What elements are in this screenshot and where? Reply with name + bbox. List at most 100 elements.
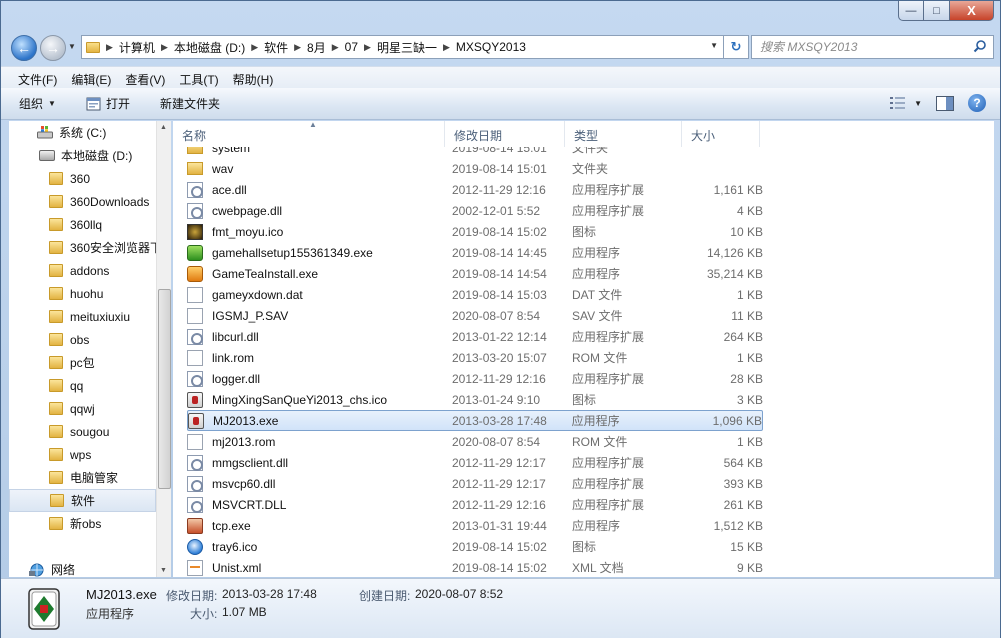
menu-item[interactable]: 文件(F) [11, 67, 64, 88]
file-row[interactable]: libcurl.dll 2013-01-22 12:14 应用程序扩展 264 KB [187, 326, 763, 347]
file-size: 9 KB [736, 560, 763, 575]
forward-button[interactable]: → [40, 35, 66, 61]
file-date: 2019-08-14 14:54 [452, 266, 547, 281]
folder-icon [49, 402, 63, 415]
close-button[interactable]: X [950, 1, 994, 21]
organize-button[interactable]: 组织 ▼ [19, 95, 56, 112]
file-name-cell: tray6.ico [187, 538, 452, 555]
arrow-right-icon: → [46, 40, 60, 56]
file-row[interactable]: mj2013.rom 2020-08-07 8:54 ROM 文件 1 KB [187, 431, 763, 452]
back-button[interactable]: ← [11, 35, 37, 61]
file-row[interactable]: logger.dll 2012-11-29 12:16 应用程序扩展 28 KB [187, 368, 763, 389]
nav-item[interactable]: 360llq [9, 213, 156, 236]
file-row[interactable]: fmt_moyu.ico 2019-08-14 15:02 图标 10 KB [187, 221, 763, 242]
change-view-button[interactable]: ▼ [890, 97, 922, 109]
nav-item[interactable]: 360Downloads [9, 190, 156, 213]
breadcrumb-item[interactable]: 计算机 [119, 39, 155, 56]
column-date[interactable]: 修改日期 [445, 121, 565, 147]
nav-item[interactable]: 本地磁盘 (D:) [9, 144, 156, 167]
search-icon[interactable] [973, 39, 987, 53]
maximize-button[interactable]: □ [924, 1, 950, 21]
nav-item[interactable]: qq [9, 374, 156, 397]
menu-item[interactable]: 编辑(E) [64, 67, 118, 88]
nav-item[interactable]: wps [9, 443, 156, 466]
breadcrumb-item[interactable]: 本地磁盘 (D:) [174, 39, 245, 56]
column-size[interactable]: 大小 [682, 121, 760, 147]
refresh-button[interactable]: ↻ [723, 35, 749, 59]
file-row[interactable]: MingXingSanQueYi2013_chs.ico 2013-01-24 9… [187, 389, 763, 410]
help-icon[interactable]: ? [968, 94, 986, 112]
nav-item[interactable]: 新obs [9, 512, 156, 535]
breadcrumb-item[interactable]: 8月 [307, 39, 326, 56]
breadcrumb-separator-icon[interactable]: ▶ [106, 42, 113, 53]
file-row[interactable]: GameTeaInstall.exe 2019-08-14 14:54 应用程序 35… [187, 263, 763, 284]
search-input[interactable] [760, 40, 960, 54]
breadcrumb-item[interactable]: 明星三缺一 [377, 39, 437, 56]
minimize-button[interactable]: — [898, 1, 924, 21]
nav-item[interactable]: huohu [9, 282, 156, 305]
address-bar[interactable]: ▶ 计算机 ▶ 本地磁盘 (D:) ▶ 软件 ▶ 8月 ▶ 07 ▶ 明星三缺一 ▶ MXSQY2013 ▼ [81, 35, 725, 59]
dll-file-icon [187, 181, 203, 198]
nav-item[interactable]: addons [9, 259, 156, 282]
file-row[interactable]: cwebpage.dll 2002-12-01 5:52 应用程序扩展 4 KB [187, 200, 763, 221]
nav-scrollbar[interactable]: ▲ ▼ [156, 121, 171, 577]
folder-icon [86, 41, 100, 53]
column-size-label: 大小 [691, 129, 716, 143]
nav-item[interactable]: 电脑管家 [9, 466, 156, 489]
file-row[interactable]: gameyxdown.dat 2019-08-14 15:03 DAT 文件 1 KB [187, 284, 763, 305]
file-row[interactable]: gamehallsetup155361349.exe 2019-08-14 14:… [187, 242, 763, 263]
file-row[interactable]: tray6.ico 2019-08-14 15:02 图标 15 KB [187, 536, 763, 557]
file-row[interactable]: MSVCRT.DLL 2012-11-29 12:16 应用程序扩展 261 KB [187, 494, 763, 515]
breadcrumb-separator-icon[interactable]: ▶ [364, 42, 371, 53]
nav-item[interactable]: 360 [9, 167, 156, 190]
nav-item[interactable]: sougou [9, 420, 156, 443]
nav-item[interactable]: pc包 [9, 351, 156, 374]
file-row[interactable]: ace.dll 2012-11-29 12:16 应用程序扩展 1,161 KB [187, 179, 763, 200]
nav-item[interactable]: qqwj [9, 397, 156, 420]
nav-item[interactable]: 360安全浏览器下载 [9, 236, 156, 259]
file-row[interactable]: tcp.exe 2013-01-31 19:44 应用程序 1,512 KB [187, 515, 763, 536]
address-dropdown-icon[interactable]: ▼ [710, 41, 718, 50]
breadcrumb-item[interactable]: 软件 [264, 39, 288, 56]
file-name: MingXingSanQueYi2013_chs.ico [212, 392, 388, 407]
breadcrumb-item[interactable]: MXSQY2013 [456, 40, 526, 54]
new-folder-button[interactable]: 新建文件夹 [160, 95, 220, 112]
open-button[interactable]: 打开 [86, 95, 130, 112]
file-size: 1 KB [736, 434, 763, 449]
file-name: MJ2013.exe [213, 413, 279, 428]
nav-item[interactable]: meituxiuxiu [9, 305, 156, 328]
breadcrumb-item[interactable]: 07 [345, 40, 358, 54]
file-row[interactable]: mmgsclient.dll 2012-11-29 12:17 应用程序扩展 564 … [187, 452, 763, 473]
file-size: 4 KB [736, 203, 763, 218]
file-size: 264 KB [723, 329, 763, 344]
file-row[interactable]: msvcp60.dll 2012-11-29 12:17 应用程序扩展 393 KB [187, 473, 763, 494]
file-row[interactable]: Unist.xml 2019-08-14 15:02 XML 文档 9 KB [187, 557, 763, 577]
detail-modified-label: 修改日期: [166, 589, 218, 603]
breadcrumb-separator-icon[interactable]: ▶ [161, 42, 168, 53]
preview-pane-icon[interactable] [936, 95, 954, 111]
menu-item[interactable]: 查看(V) [118, 67, 172, 88]
file-name: ace.dll [212, 182, 247, 197]
column-name[interactable]: ▲ 名称 [173, 121, 445, 147]
nav-scroll-thumb[interactable] [158, 289, 171, 489]
file-row[interactable]: MJ2013.exe 2013-03-28 17:48 应用程序 1,096 KB [187, 410, 763, 431]
file-row[interactable]: IGSMJ_P.SAV 2020-08-07 8:54 SAV 文件 11 KB [187, 305, 763, 326]
open-window-icon [86, 97, 101, 110]
file-row[interactable]: link.rom 2013-03-20 15:07 ROM 文件 1 KB [187, 347, 763, 368]
column-type[interactable]: 类型 [565, 121, 682, 147]
menu-item[interactable]: 工具(T) [172, 67, 225, 88]
breadcrumb-separator-icon[interactable]: ▶ [332, 42, 339, 53]
nav-item[interactable]: obs [9, 328, 156, 351]
file-row[interactable]: wav 2019-08-14 15:01 文件夹 [187, 158, 763, 179]
recent-pages-dropdown[interactable]: ▼ [68, 42, 76, 51]
breadcrumb-separator-icon[interactable]: ▶ [294, 42, 301, 53]
breadcrumb-separator-icon[interactable]: ▶ [251, 42, 258, 53]
nav-item[interactable]: 网络 [9, 558, 156, 577]
breadcrumb-separator-icon[interactable]: ▶ [443, 42, 450, 53]
nav-item[interactable]: 软件 [9, 489, 156, 512]
menu-item[interactable]: 帮助(H) [226, 67, 281, 88]
scroll-down-icon[interactable]: ▼ [160, 567, 167, 574]
nav-item[interactable]: 系统 (C:) [9, 121, 156, 144]
scroll-up-icon[interactable]: ▲ [160, 124, 167, 131]
nav-item-label: 360Downloads [70, 194, 150, 209]
